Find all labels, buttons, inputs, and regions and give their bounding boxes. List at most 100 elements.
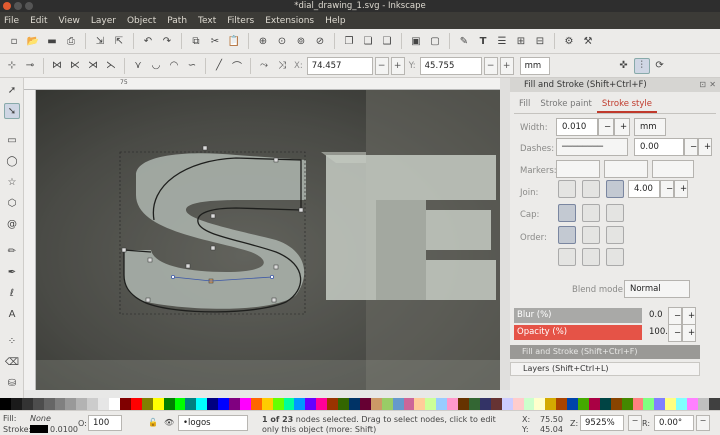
palette-swatch[interactable] xyxy=(152,398,164,410)
palette-swatch[interactable] xyxy=(610,398,622,410)
palette-swatch[interactable] xyxy=(676,398,688,410)
group-icon[interactable]: ▣ xyxy=(408,33,424,49)
palette-swatch[interactable] xyxy=(229,398,240,410)
palette-swatch[interactable] xyxy=(392,398,404,410)
palette-swatch[interactable] xyxy=(534,398,546,410)
marker-mid-select[interactable] xyxy=(604,160,648,178)
order-fill-markers-button[interactable] xyxy=(606,226,624,244)
palette-swatch[interactable] xyxy=(567,398,579,410)
pencil-tool-icon[interactable]: ✏ xyxy=(4,243,20,259)
tab-fill[interactable]: Fill xyxy=(514,96,535,113)
dashes-select[interactable]: ──────── xyxy=(556,138,628,156)
preferences-icon[interactable]: ⚙ xyxy=(561,33,577,49)
join-miter-button[interactable] xyxy=(606,180,624,198)
zoom-page-icon[interactable]: ⊚ xyxy=(293,33,309,49)
palette-swatch[interactable] xyxy=(283,398,295,410)
bucket-tool-icon[interactable]: ⛁ xyxy=(4,375,20,391)
palette-swatch[interactable] xyxy=(665,398,677,410)
zoom-width-icon[interactable]: ⊘ xyxy=(312,33,328,49)
zoom-input[interactable]: 9525% xyxy=(580,415,624,431)
order-markers-stroke-button[interactable] xyxy=(606,248,624,266)
rotation-decrement[interactable]: − xyxy=(696,415,710,431)
palette-swatch[interactable] xyxy=(447,398,459,410)
width-increment[interactable]: + xyxy=(614,118,630,136)
menu-object[interactable]: Object xyxy=(127,16,156,26)
y-input[interactable]: 45.755 xyxy=(419,56,482,75)
order-stroke-markers-button[interactable] xyxy=(582,248,600,266)
text-font-icon[interactable]: T xyxy=(475,33,491,49)
x-increment-button[interactable]: + xyxy=(390,56,405,75)
palette-swatch[interactable] xyxy=(359,398,371,410)
palette-swatch[interactable] xyxy=(578,398,589,410)
vertical-scrollbar[interactable] xyxy=(500,78,510,390)
smooth-node-icon[interactable]: ◡ xyxy=(148,58,164,74)
zoom-decrement[interactable]: − xyxy=(628,415,642,431)
palette-swatch[interactable] xyxy=(545,398,557,410)
blend-mode-select[interactable]: Normal xyxy=(624,280,690,298)
width-decrement[interactable]: − xyxy=(598,118,614,136)
miter-decrement[interactable]: − xyxy=(660,180,674,198)
star-tool-icon[interactable]: ☆ xyxy=(4,174,20,190)
ellipse-tool-icon[interactable]: ◯ xyxy=(4,153,20,169)
layer-select[interactable]: •logos xyxy=(178,415,248,431)
width-unit-select[interactable]: mm xyxy=(634,118,666,136)
palette-swatch[interactable] xyxy=(698,398,709,410)
dashes-offset-input[interactable]: 0.00 xyxy=(634,138,684,156)
palette-swatch[interactable] xyxy=(458,398,469,410)
x-decrement-button[interactable]: − xyxy=(374,56,389,75)
palette-swatch[interactable] xyxy=(501,398,513,410)
order-stroke-fill-button[interactable] xyxy=(582,226,600,244)
palette-swatch[interactable] xyxy=(381,398,393,410)
clone-icon[interactable]: ❏ xyxy=(360,33,376,49)
menu-edit[interactable]: Edit xyxy=(30,16,47,26)
spiral-tool-icon[interactable]: @ xyxy=(4,216,20,232)
palette-swatch[interactable] xyxy=(490,398,502,410)
menu-file[interactable]: File xyxy=(4,16,19,26)
duplicate-icon[interactable]: ❐ xyxy=(341,33,357,49)
palette-swatch[interactable] xyxy=(588,398,600,410)
menu-path[interactable]: Path xyxy=(167,16,187,26)
palette-swatch[interactable] xyxy=(272,398,284,410)
symmetric-node-icon[interactable]: ◠ xyxy=(166,58,182,74)
palette-swatch[interactable] xyxy=(479,398,491,410)
palette-swatch[interactable] xyxy=(76,398,88,410)
menu-help[interactable]: Help xyxy=(325,16,346,26)
palette-swatch[interactable] xyxy=(250,398,262,410)
palette-swatch[interactable] xyxy=(218,398,230,410)
palette-swatch[interactable] xyxy=(370,398,382,410)
palette-swatch[interactable] xyxy=(43,398,55,410)
palette-swatch[interactable] xyxy=(130,398,142,410)
collapsed-layers-dialog[interactable]: Layers (Shift+Ctrl+L) xyxy=(510,362,700,376)
print-icon[interactable]: ⎙ xyxy=(63,33,79,49)
3d-box-tool-icon[interactable]: ⬡ xyxy=(4,195,20,211)
cut-icon[interactable]: ✂ xyxy=(207,33,223,49)
palette-swatch[interactable] xyxy=(207,398,219,410)
join-segment-icon[interactable]: ⋊ xyxy=(85,58,101,74)
palette-swatch[interactable] xyxy=(523,398,535,410)
text-tool-icon[interactable]: A xyxy=(4,306,20,322)
blur-decrement[interactable]: − xyxy=(668,307,682,325)
marker-end-select[interactable] xyxy=(652,160,694,178)
palette-swatch[interactable] xyxy=(643,398,655,410)
palette-swatch[interactable] xyxy=(338,398,349,410)
palette-swatch[interactable] xyxy=(403,398,415,410)
paste-icon[interactable]: 📋 xyxy=(226,33,242,49)
drawing-canvas[interactable] xyxy=(36,90,500,390)
palette-swatch[interactable] xyxy=(512,398,524,410)
palette-swatch[interactable] xyxy=(0,398,11,410)
palette-swatch[interactable] xyxy=(141,398,153,410)
new-document-icon[interactable]: ▫ xyxy=(6,33,22,49)
maximize-window-button[interactable] xyxy=(25,2,33,10)
segment-curve-icon[interactable]: ⌒ xyxy=(229,58,245,74)
stroke-swatch[interactable] xyxy=(30,425,48,433)
palette-swatch[interactable] xyxy=(119,398,131,410)
palette-swatch[interactable] xyxy=(349,398,360,410)
blur-slider[interactable]: Blur (%) xyxy=(514,308,642,323)
palette-swatch[interactable] xyxy=(196,398,208,410)
rotation-input[interactable]: 0.00° xyxy=(654,415,694,431)
panel-close-icon[interactable]: ✕ xyxy=(709,78,716,92)
insert-node-icon[interactable]: ⊹ xyxy=(4,58,20,74)
selector-tool-icon[interactable]: ➚ xyxy=(4,82,20,98)
x-input[interactable]: 74.457 xyxy=(306,56,373,75)
opacity-slider[interactable]: Opacity (%) xyxy=(514,325,642,340)
